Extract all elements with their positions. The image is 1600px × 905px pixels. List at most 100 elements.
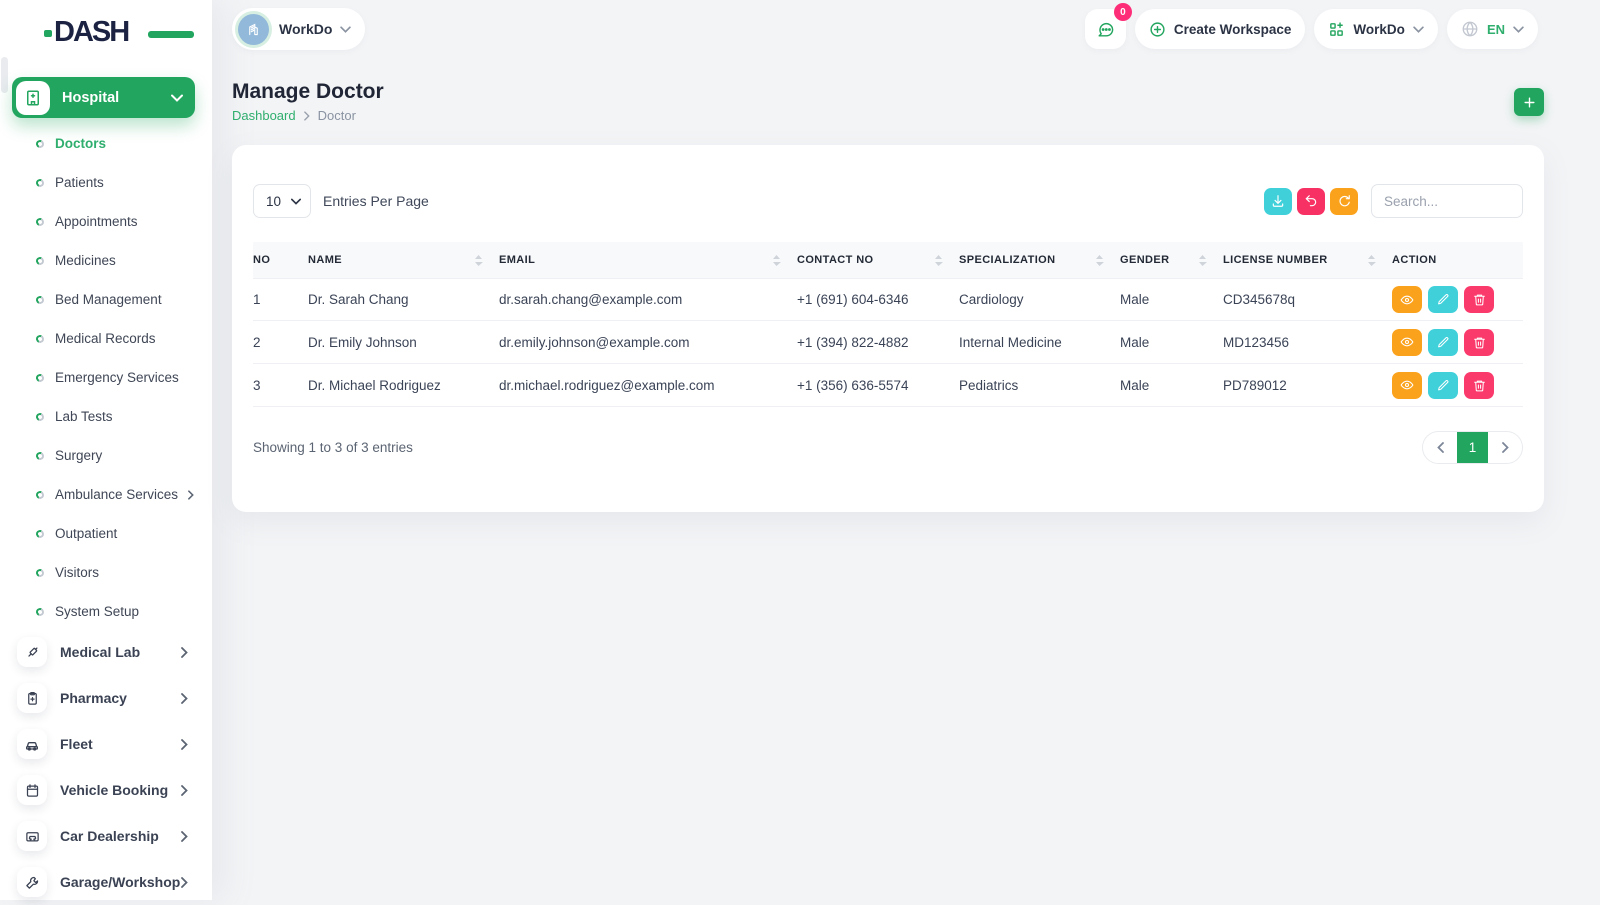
sidebar-item-label: Ambulance Services (55, 487, 179, 502)
edit-button[interactable] (1428, 371, 1458, 399)
sidebar-item-vehicle-booking[interactable]: Vehicle Booking (0, 767, 212, 813)
trash-icon (1473, 294, 1485, 306)
sidebar-item-patients[interactable]: Patients (0, 163, 212, 202)
sidebar-item-hospital[interactable]: Hospital (12, 77, 195, 118)
sidebar-item-label: Medical Lab (60, 644, 141, 660)
sidebar-item-surgery[interactable]: Surgery (0, 436, 212, 475)
cell-no: 3 (253, 377, 261, 393)
table-column-header[interactable]: NO (253, 254, 308, 266)
cell-gender: Male (1120, 292, 1150, 307)
sort-icon (1198, 254, 1207, 266)
sidebar-item-medicines[interactable]: Medicines (0, 241, 212, 280)
delete-button[interactable] (1464, 286, 1494, 313)
sidebar-item-outpatient[interactable]: Outpatient (0, 514, 212, 553)
export-button[interactable] (1264, 187, 1292, 215)
sort-icon (772, 254, 781, 266)
circle-bullet-icon (34, 294, 46, 305)
search-input[interactable] (1371, 184, 1523, 218)
breadcrumb-dashboard-link[interactable]: Dashboard (232, 108, 296, 123)
cell-name: Dr. Michael Rodriguez (308, 377, 441, 393)
sidebar-item-emergency-services[interactable]: Emergency Services (0, 358, 212, 397)
entries-per-page-label: Entries Per Page (323, 193, 429, 209)
pagination-next-button[interactable] (1488, 432, 1522, 463)
sidebar-item-fleet[interactable]: Fleet (0, 721, 212, 767)
edit-button[interactable] (1428, 286, 1458, 313)
chevron-right-icon (181, 646, 188, 658)
create-workspace-label: Create Workspace (1173, 21, 1292, 37)
view-button[interactable] (1392, 286, 1422, 313)
chevron-right-icon (181, 784, 188, 796)
table-column-header[interactable]: ACTION (1392, 254, 1523, 266)
language-label: EN (1486, 21, 1505, 37)
circle-bullet-icon (34, 411, 46, 422)
sidebar-item-lab-tests[interactable]: Lab Tests (0, 397, 212, 436)
messages-button[interactable]: 0 (1084, 3, 1132, 49)
table-column-header[interactable]: SPECIALIZATION (959, 254, 1120, 266)
sidebar-item-label: Hospital (62, 89, 120, 106)
pagination-current-page[interactable]: 1 (1457, 432, 1488, 463)
entries-per-page-select[interactable]: 10 (253, 184, 311, 218)
doctors-card: 10 Entries Per Page NO NAME (232, 145, 1544, 512)
workspace-switcher[interactable]: WorkDo (232, 8, 366, 50)
table-column-header[interactable]: NAME (308, 254, 499, 266)
sidebar-modules: Medical Lab Pharmacy Fleet Vehicle Booki… (0, 629, 212, 905)
cell-specialization: Cardiology (959, 292, 1024, 307)
clipboard-icon (17, 683, 47, 713)
sidebar-item-car-dealership[interactable]: Car Dealership (0, 813, 212, 859)
sidebar-item-medical-records[interactable]: Medical Records (0, 319, 212, 358)
entries-per-page-value: 10 (266, 193, 282, 209)
language-selector[interactable]: EN (1446, 9, 1538, 49)
cell-contact: +1 (691) 604-6346 (797, 292, 909, 307)
table-column-header[interactable]: LICENSE NUMBER (1223, 254, 1392, 266)
cell-contact: +1 (394) 822-4882 (797, 334, 909, 350)
globe-icon (1462, 21, 1478, 37)
sidebar-item-doctors[interactable]: Doctors (0, 124, 212, 163)
workspace-name: WorkDo (279, 21, 333, 37)
sidebar-item-visitors[interactable]: Visitors (0, 553, 212, 592)
tools-icon (17, 867, 47, 897)
table-column-header[interactable]: CONTACT NO (797, 254, 959, 266)
view-button[interactable] (1392, 328, 1422, 356)
sidebar-item-label: Vehicle Booking (60, 782, 169, 798)
sidebar-item-label: Outpatient (55, 526, 118, 541)
delete-button[interactable] (1464, 328, 1494, 356)
car-dealership-icon (17, 821, 47, 851)
cell-license: PD789012 (1223, 377, 1287, 393)
view-button[interactable] (1392, 371, 1422, 399)
pagination-prev-button[interactable] (1423, 432, 1457, 463)
sidebar-scrollbar[interactable] (1, 57, 8, 93)
breadcrumb-current: Doctor (317, 108, 356, 123)
reset-button[interactable] (1297, 187, 1325, 215)
chevron-down-icon (340, 25, 352, 33)
cell-specialization: Pediatrics (959, 377, 1019, 393)
create-workspace-button[interactable]: Create Workspace (1134, 9, 1306, 49)
sidebar-item-system-setup[interactable]: System Setup (0, 592, 212, 631)
sidebar-item-medical-lab[interactable]: Medical Lab (0, 629, 212, 675)
grid-icon (1330, 21, 1344, 36)
pencil-icon (1437, 294, 1448, 305)
eye-icon (1400, 337, 1414, 347)
sidebar: DASH Hospital Doctors Patients Appointme… (0, 0, 212, 900)
sidebar-item-bed-management[interactable]: Bed Management (0, 280, 212, 319)
edit-button[interactable] (1428, 328, 1458, 356)
delete-button[interactable] (1464, 371, 1494, 399)
cell-specialization: Internal Medicine (959, 334, 1062, 350)
logo-dash-icon (148, 31, 194, 38)
chevron-down-icon (1413, 25, 1424, 33)
refresh-button[interactable] (1330, 187, 1358, 215)
circle-bullet-icon (34, 567, 46, 578)
table-column-header[interactable]: GENDER (1120, 254, 1223, 266)
sidebar-item-ambulance-services[interactable]: Ambulance Services (0, 475, 212, 514)
sidebar-item-appointments[interactable]: Appointments (0, 202, 212, 241)
page-title: Manage Doctor (232, 80, 384, 103)
hospital-icon (16, 80, 50, 115)
table-column-header[interactable]: EMAIL (499, 254, 797, 266)
sidebar-item-garage-workshop[interactable]: Garage/Workshop (0, 859, 212, 905)
sidebar-item-pharmacy[interactable]: Pharmacy (0, 675, 212, 721)
workdo-menu-button[interactable]: WorkDo (1314, 9, 1438, 49)
circle-bullet-icon (34, 255, 46, 266)
circle-bullet-icon (34, 606, 46, 617)
car-icon (17, 729, 47, 759)
add-doctor-button[interactable] (1514, 88, 1544, 116)
app-logo[interactable]: DASH (44, 16, 194, 50)
